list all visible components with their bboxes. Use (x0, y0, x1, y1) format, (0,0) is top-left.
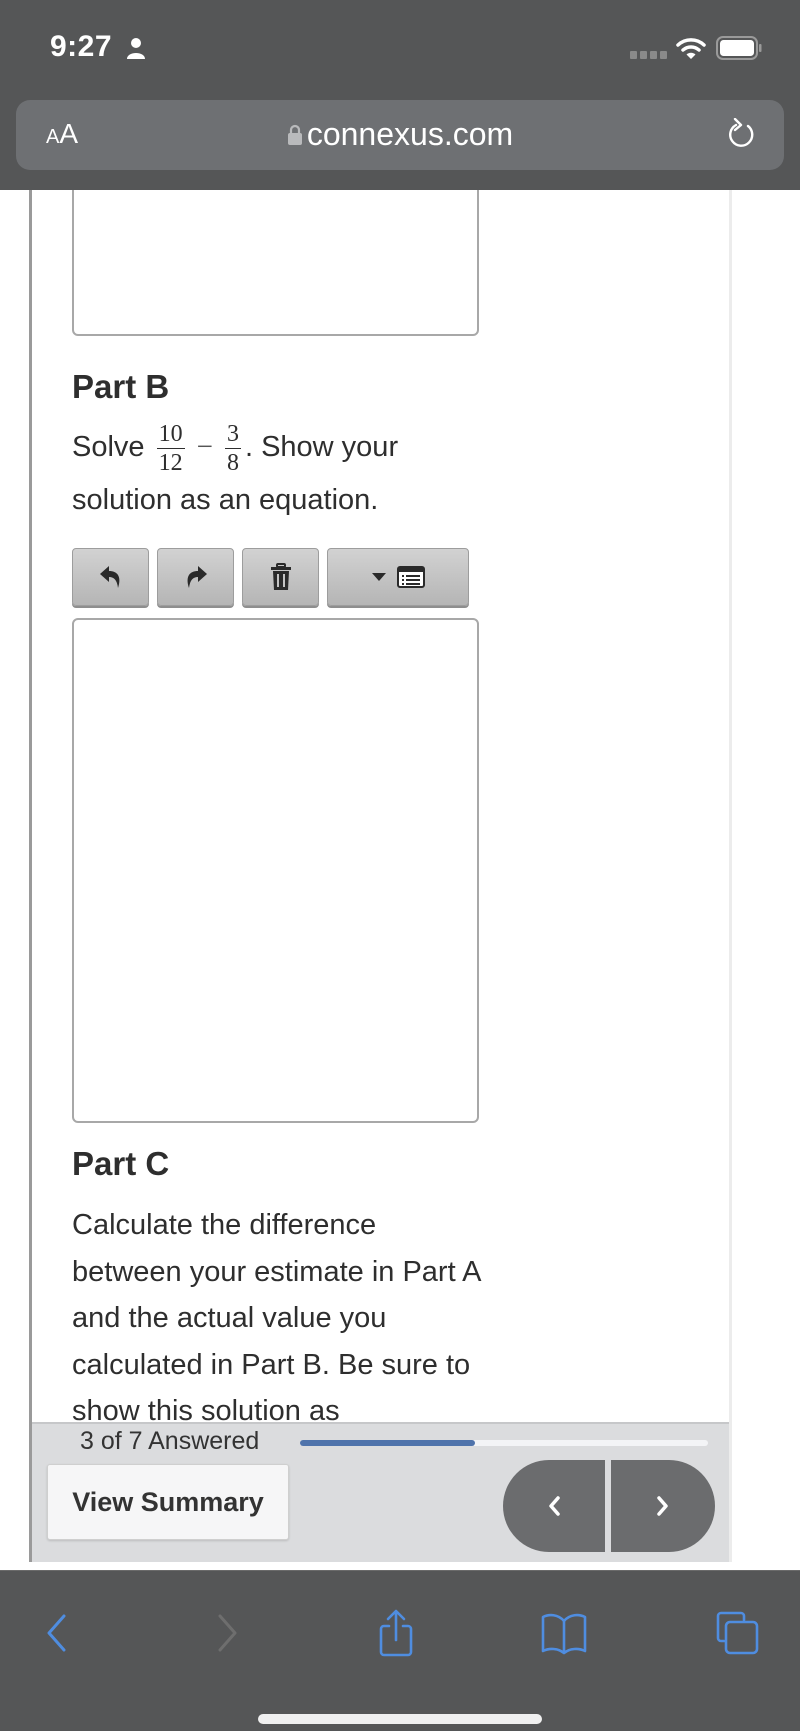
browser-bottom-bar (0, 1570, 800, 1731)
part-b-answer-box[interactable] (72, 618, 479, 1123)
wifi-icon (676, 38, 706, 59)
reload-icon[interactable] (724, 118, 758, 152)
delete-button[interactable] (242, 548, 319, 606)
fraction-10-12: 10 12 (156, 421, 185, 476)
next-question-button[interactable] (611, 1460, 715, 1552)
chevron-left-icon (549, 1496, 560, 1516)
progress-bar (300, 1440, 708, 1446)
status-time: 9:27 (50, 30, 113, 63)
chevron-right-icon (657, 1496, 668, 1516)
page-border-left (29, 190, 32, 1562)
status-bar: 9:27 (0, 0, 800, 95)
assessment-page: Part B Solve 10 12−3 8. Show your solution… (0, 190, 800, 1570)
answered-count: 3 of 7 Answered (80, 1427, 260, 1455)
browser-toolbar: AA connexus.com (0, 95, 800, 190)
list-window-icon (397, 566, 425, 588)
answer-toolbar (72, 548, 469, 606)
tabs-icon (716, 1611, 759, 1655)
part-c-question: Calculate the difference between your es… (72, 1209, 480, 1427)
tabs-button[interactable] (712, 1607, 764, 1659)
assessment-footer: 3 of 7 Answered View Summary (32, 1422, 729, 1562)
bookmarks-icon (541, 1613, 587, 1655)
forward-button[interactable] (202, 1607, 254, 1659)
address-bar[interactable]: AA connexus.com (16, 100, 784, 170)
undo-icon (99, 566, 119, 588)
fraction-3-8: 38 (224, 421, 241, 476)
view-summary-button[interactable]: View Summary (47, 1464, 289, 1540)
trash-icon (270, 563, 291, 590)
lock-icon (287, 124, 302, 145)
battery-icon (716, 36, 762, 60)
forward-icon (218, 1614, 237, 1652)
bookmarks-button[interactable] (538, 1607, 590, 1659)
share-icon (379, 1609, 413, 1657)
part-b-question: Solve 10 12−3 8. Show your solution as an … (72, 421, 399, 516)
question-nav (503, 1460, 716, 1552)
undo-button[interactable] (72, 548, 149, 606)
redo-icon (187, 566, 207, 588)
previous-question-button[interactable] (503, 1460, 605, 1552)
part-a-answer-box[interactable] (72, 190, 479, 336)
url-text: connexus.com (306, 116, 514, 152)
page-border-right (729, 190, 732, 1562)
back-icon (47, 1614, 66, 1652)
progress-fill (300, 1440, 475, 1446)
phone-screen: 9:27 AA connexus.com Part B Solve 10 12 … (0, 0, 800, 1731)
person-icon (127, 38, 145, 59)
back-button[interactable] (30, 1607, 82, 1659)
insert-menu-button[interactable] (327, 548, 469, 606)
cellular-signal-icon (630, 51, 667, 59)
minus-sign: − (196, 431, 213, 464)
redo-button[interactable] (157, 548, 234, 606)
url-display[interactable]: connexus.com (16, 116, 784, 153)
caret-down-icon (372, 573, 386, 581)
part-b-title: Part B (72, 368, 170, 405)
part-c-title: Part C (72, 1145, 170, 1182)
home-indicator[interactable] (258, 1714, 542, 1724)
share-button[interactable] (370, 1607, 422, 1659)
